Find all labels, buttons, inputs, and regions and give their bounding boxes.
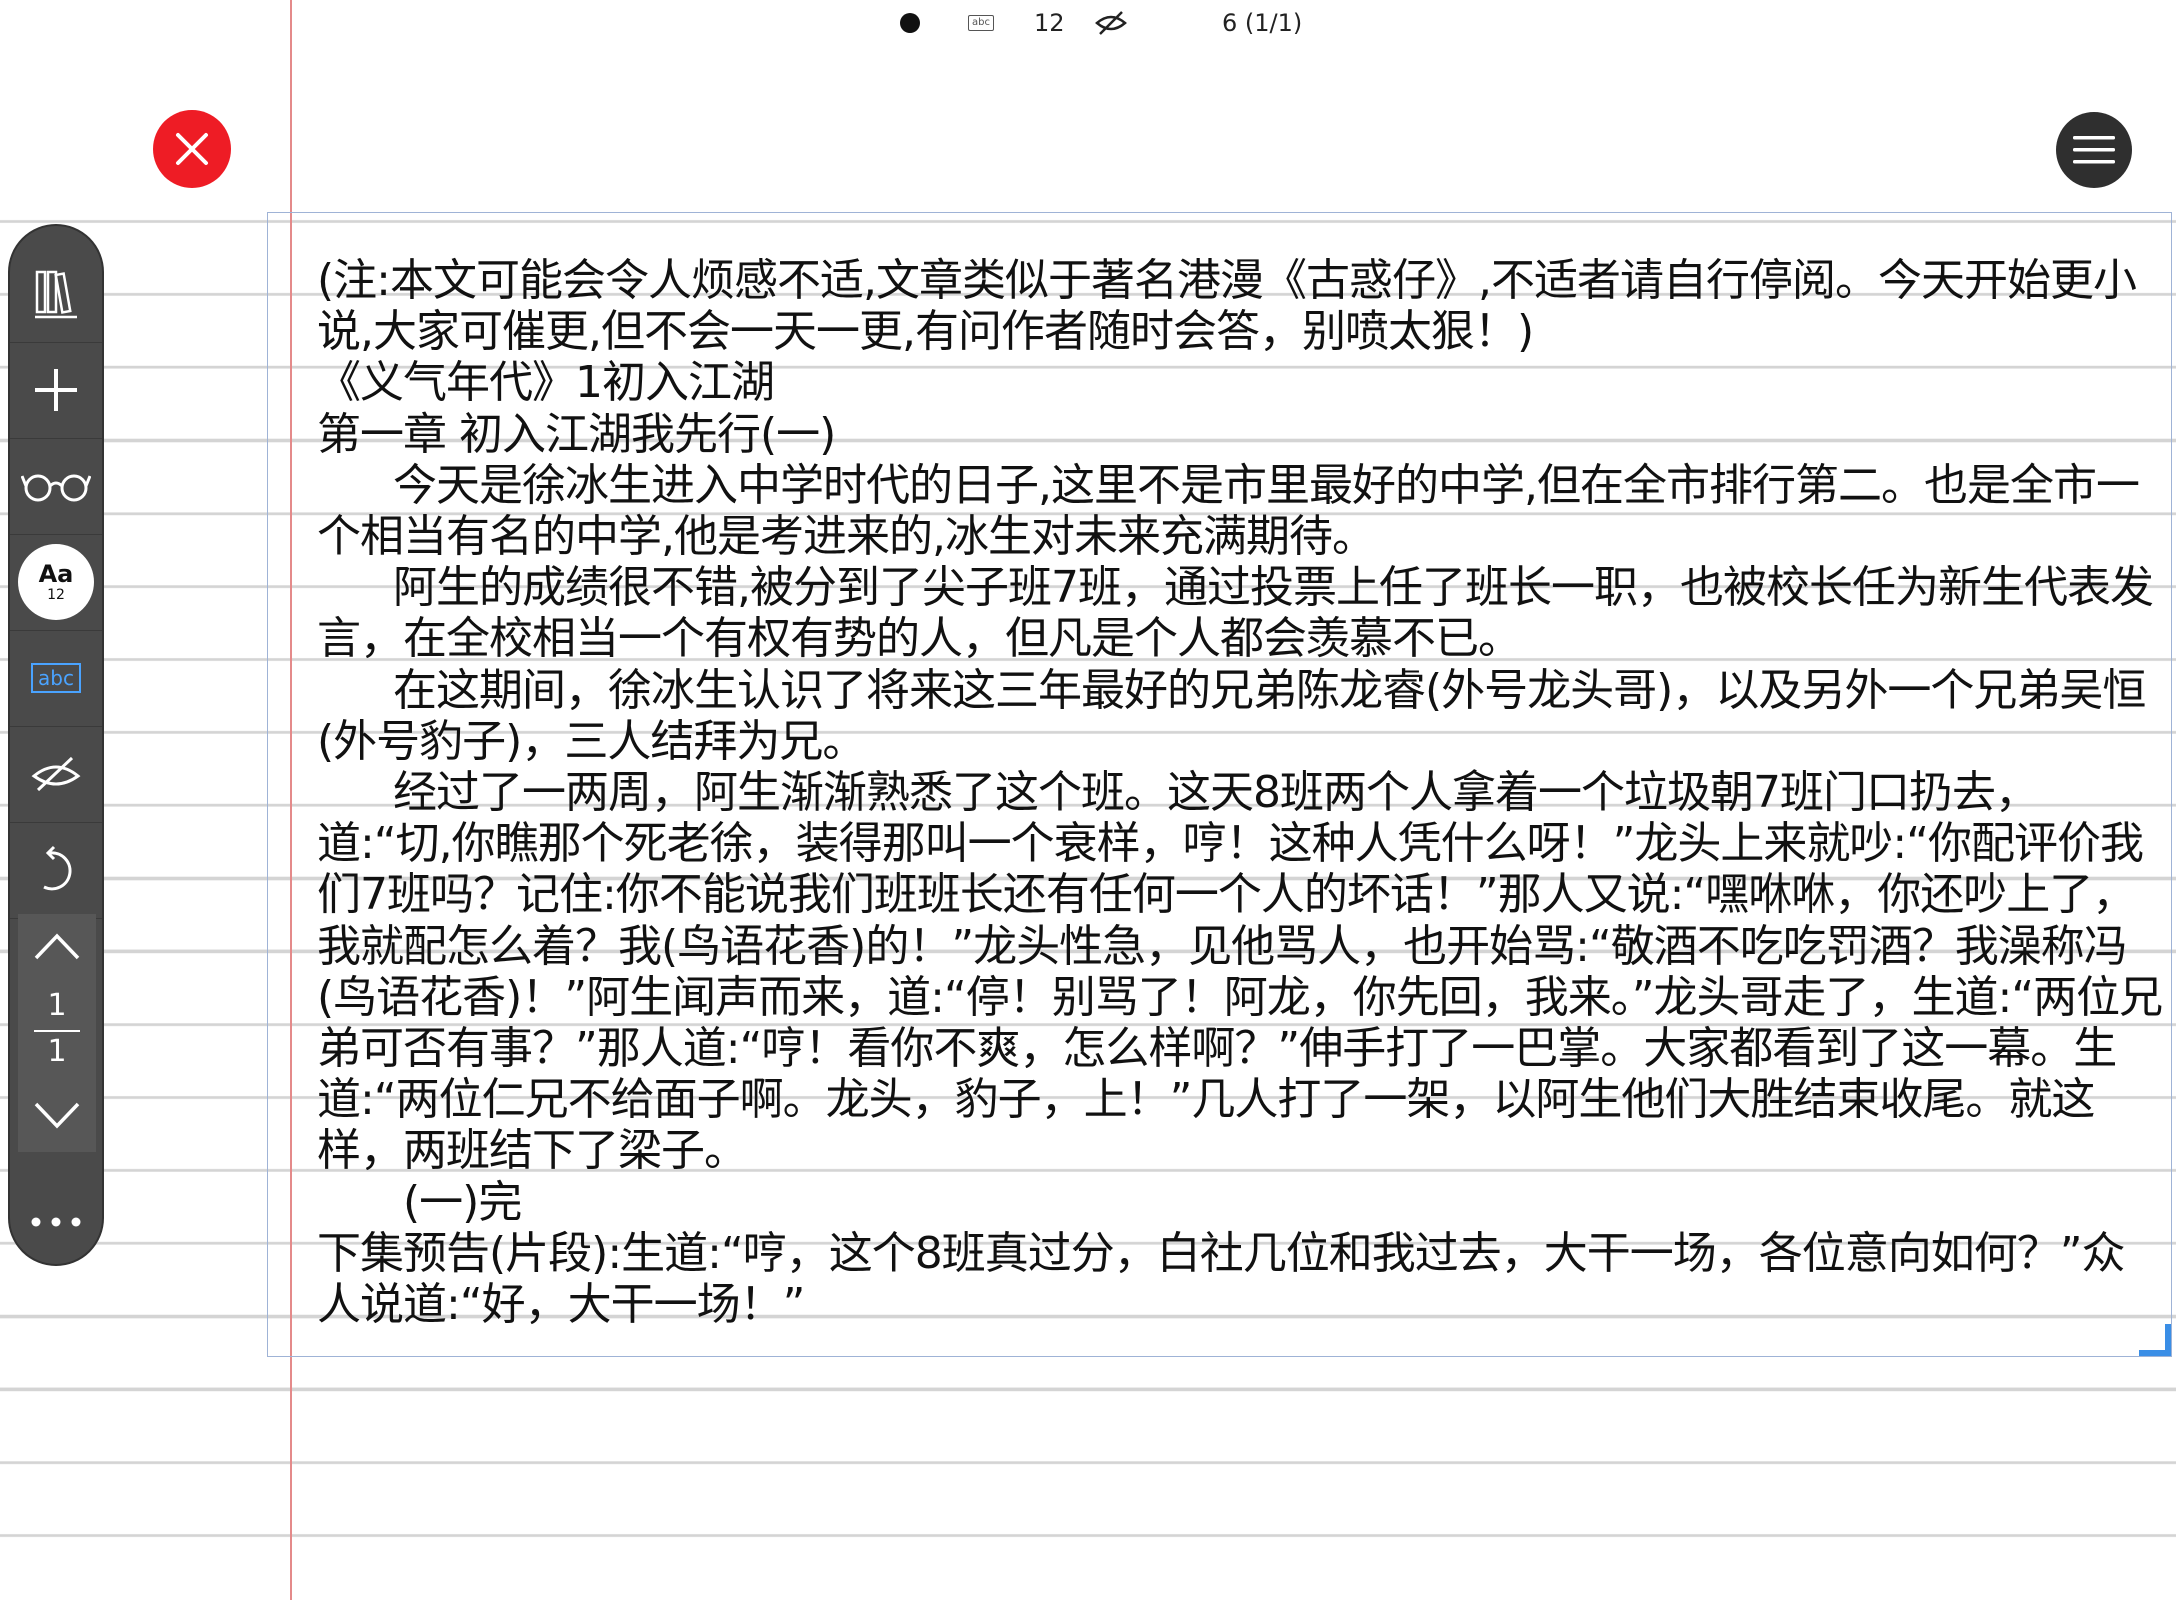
author-note: (注:本文可能会令人烦感不适,文章类似于著名港漫《古惑仔》,不适者请自行停阅。今… <box>317 255 2137 358</box>
chevron-down-icon[interactable] <box>34 1100 80 1130</box>
left-toolbar: Aa 12 abc 1 1 <box>8 224 104 1266</box>
more-icon <box>31 1217 81 1227</box>
read-mode-button[interactable] <box>10 438 102 535</box>
library-button[interactable] <box>10 246 102 343</box>
hide-handwriting-button[interactable] <box>10 726 102 823</box>
paragraph: 在这期间，徐冰生认识了将来这三年最好的兄弟陈龙睿(外号龙头哥)，以及另外一个兄弟… <box>317 664 2146 767</box>
eye-slash-pen-icon <box>31 756 81 792</box>
add-button[interactable] <box>10 342 102 439</box>
undo-icon <box>43 845 72 891</box>
text-recognition-button[interactable]: abc <box>10 630 102 727</box>
page-separator <box>34 1030 80 1032</box>
glasses-icon <box>21 474 91 502</box>
abc-label: abc <box>31 663 81 693</box>
current-page: 1 <box>47 988 67 1023</box>
page-navigator: 1 1 <box>18 914 96 1152</box>
book-title: 《义气年代》1初入江湖 <box>317 357 775 409</box>
undo-button[interactable] <box>10 822 102 919</box>
font-size-badge: Aa 12 <box>18 544 94 620</box>
library-icon <box>35 270 77 319</box>
chevron-up-icon[interactable] <box>34 932 80 962</box>
font-button[interactable]: Aa 12 <box>10 534 102 631</box>
total-pages: 1 <box>47 1034 67 1069</box>
paragraph: 经过了一两周，阿生渐渐熟悉了这个班。这天8班两个人拿着一个垃圾朝7班门口扔去，道… <box>317 767 2163 1177</box>
document-text[interactable]: (注:本文可能会令人烦感不适,文章类似于著名港漫《古惑仔》,不适者请自行停阅。今… <box>317 255 2167 1330</box>
hamburger-menu-icon <box>2073 136 2115 164</box>
eye-slash-pen-icon[interactable] <box>1094 6 1128 40</box>
chapter-end: (一)完 <box>403 1176 522 1228</box>
keyboard-abc-icon[interactable]: abc <box>968 6 994 40</box>
chapter-title: 第一章 初入江湖我先行(一) <box>317 408 836 460</box>
close-icon <box>176 133 208 165</box>
next-preview: 下集预告(片段):生道:“哼，这个8班真过分，白社几位和我过去，大干一场，各位意… <box>317 1227 2126 1331</box>
menu-button[interactable] <box>2056 112 2132 188</box>
paragraph: 今天是徐冰生进入中学时代的日子,这里不是市里最好的中学,但在全市排行第二。也是全… <box>317 459 2140 563</box>
pen-dot-icon[interactable] <box>900 6 920 40</box>
page-indicator: 6 (1/1) <box>1222 9 1303 37</box>
close-button[interactable] <box>153 110 231 188</box>
more-button[interactable] <box>10 1174 102 1270</box>
status-font-size: 12 <box>1034 9 1065 37</box>
paragraph: 阿生的成绩很不错,被分到了尖子班7班，通过投票上任了班长一职，也被校长任为新生代… <box>317 562 2154 665</box>
plus-icon <box>35 369 77 411</box>
status-bar: abc 12 6 (1/1) <box>0 0 2176 50</box>
